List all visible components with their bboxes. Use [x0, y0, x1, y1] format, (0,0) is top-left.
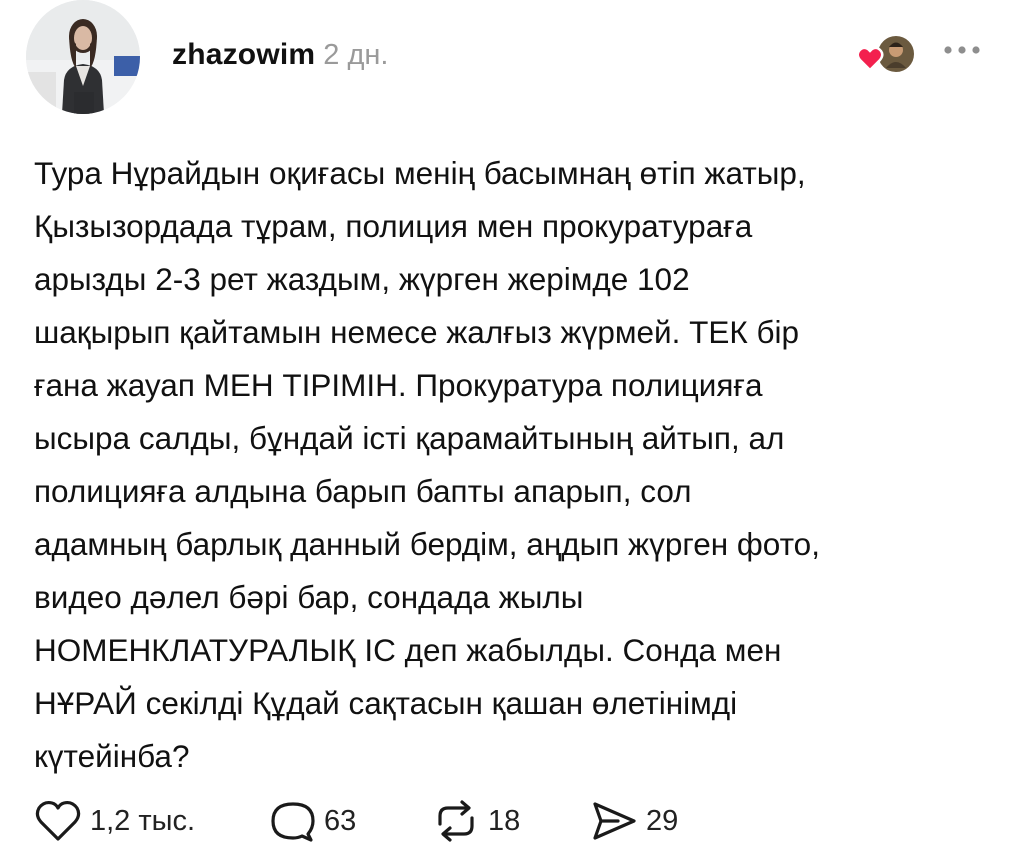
author-avatar[interactable] [26, 0, 140, 114]
author-username[interactable]: zhazowim [172, 38, 315, 71]
post-actions-bar: 1,2 тыс. 63 18 29 [34, 796, 734, 846]
share-button[interactable]: 29 [590, 796, 678, 846]
post-header: zhazowim 2 дн. [172, 38, 388, 72]
repost-button[interactable]: 18 [432, 796, 520, 846]
post-timestamp: 2 дн. [323, 39, 389, 71]
avatar-image [26, 0, 140, 114]
reaction-badge[interactable] [856, 34, 916, 78]
heart-outline-icon [35, 800, 81, 841]
repost-arrows-icon [438, 800, 474, 842]
like-button[interactable]: 1,2 тыс. [34, 796, 195, 846]
send-arrow-icon [593, 802, 636, 840]
ellipsis-icon [944, 46, 980, 54]
comment-button[interactable]: 63 [270, 796, 356, 846]
repost-count: 18 [488, 804, 521, 837]
share-count: 29 [646, 804, 679, 837]
like-count: 1,2 тыс. [90, 804, 196, 837]
comment-count: 63 [324, 804, 357, 837]
speech-bubble-icon [271, 802, 315, 842]
post-body-text: Тура Нұрайдын оқиғасы менің басымнаң өті… [34, 155, 820, 774]
heart-reaction-icon [856, 34, 916, 74]
more-options-button[interactable] [940, 38, 984, 62]
